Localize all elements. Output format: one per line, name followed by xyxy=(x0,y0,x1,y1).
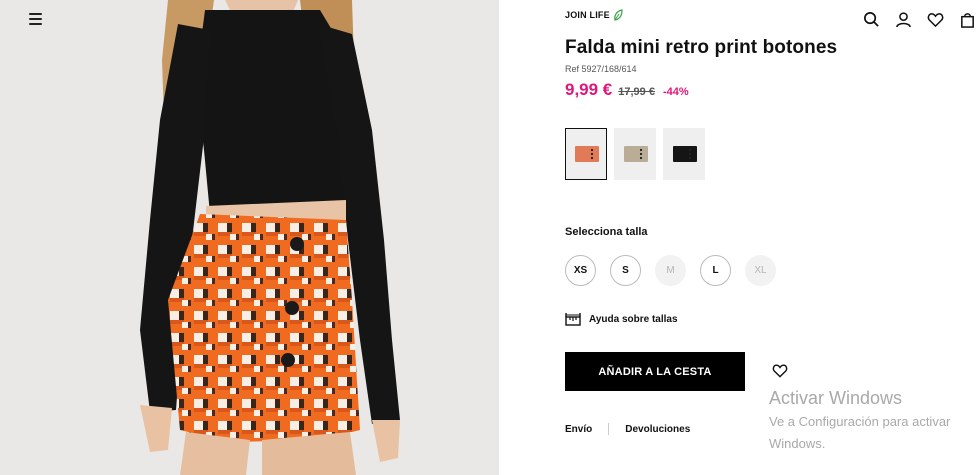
watermark-line-2: Windows. xyxy=(769,436,826,451)
size-option-xs[interactable]: XS xyxy=(565,255,596,286)
user-icon[interactable] xyxy=(895,11,912,28)
discount-badge: -44% xyxy=(662,86,689,98)
color-swatch-black[interactable] xyxy=(663,128,705,180)
current-price: 9,99 € xyxy=(565,80,613,99)
size-option-s[interactable]: S xyxy=(610,255,641,286)
old-price: 17,99 € xyxy=(618,86,655,98)
wishlist-heart-icon[interactable] xyxy=(772,363,788,378)
ruler-icon xyxy=(565,313,581,326)
link-divider xyxy=(608,423,610,435)
product-title: Falda mini retro print botones xyxy=(565,37,838,58)
size-option-l[interactable]: L xyxy=(700,255,731,286)
watermark-line-1: Ve a Configuración para activar xyxy=(769,414,951,429)
heart-icon[interactable] xyxy=(927,11,944,28)
search-icon[interactable] xyxy=(863,11,880,28)
leaf-icon xyxy=(614,9,623,21)
join-life-label: JOIN LIFE xyxy=(565,10,610,20)
bag-icon[interactable] xyxy=(959,11,976,28)
size-guide-link[interactable]: Ayuda sobre tallas xyxy=(565,312,678,326)
size-option-xl[interactable]: XL xyxy=(745,255,776,286)
shipping-link[interactable]: Envío xyxy=(565,424,592,435)
color-swatch-orange[interactable] xyxy=(565,128,607,180)
swatch-thumbnail xyxy=(575,146,599,162)
color-selector xyxy=(565,128,705,180)
swatch-thumbnail xyxy=(673,146,697,162)
size-label: Selecciona talla xyxy=(565,226,648,238)
join-life-badge[interactable]: JOIN LIFE xyxy=(565,9,623,21)
color-swatch-beige[interactable] xyxy=(614,128,656,180)
header-icons xyxy=(863,11,976,28)
windows-activation-watermark: Activar Windows Ve a Configuración para … xyxy=(769,388,950,453)
model-illustration xyxy=(140,0,400,475)
swatch-thumbnail xyxy=(624,146,648,162)
add-to-cart-button[interactable]: AÑADIR A LA CESTA xyxy=(565,352,745,391)
size-selector: XS S M L XL xyxy=(565,255,776,286)
product-image[interactable] xyxy=(0,0,499,475)
shipping-returns-links: Envío Devoluciones xyxy=(565,423,690,435)
returns-link[interactable]: Devoluciones xyxy=(625,424,690,435)
price-block: 9,99 € 17,99 € -44% xyxy=(565,80,689,100)
size-option-m[interactable]: M xyxy=(655,255,686,286)
watermark-title: Activar Windows xyxy=(769,388,903,408)
product-detail-panel: JOIN LIFE Falda mini retro print botones… xyxy=(499,0,978,475)
hamburger-menu-icon[interactable] xyxy=(29,11,45,27)
size-guide-label: Ayuda sobre tallas xyxy=(589,313,678,325)
product-reference: Ref 5927/168/614 xyxy=(565,64,637,74)
